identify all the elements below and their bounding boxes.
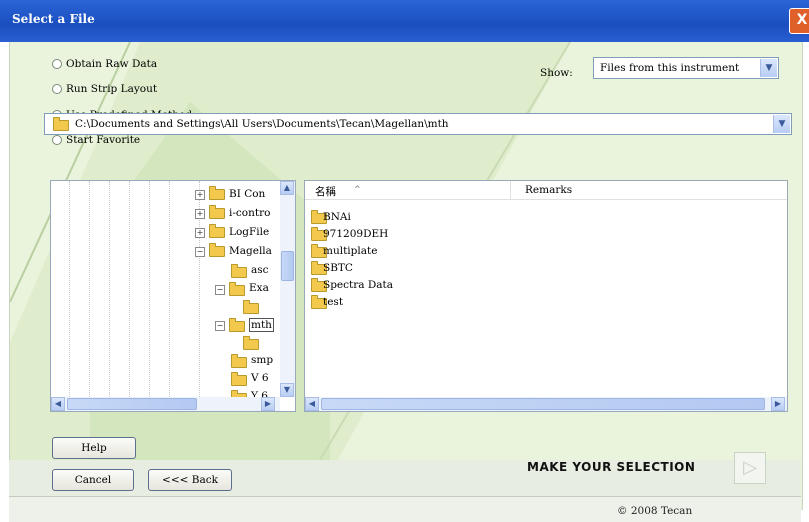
show-dropdown-value: Files from this instrument: [600, 62, 740, 74]
next-button[interactable]: ▷: [734, 452, 766, 484]
show-label: Show:: [540, 67, 573, 79]
scroll-left-icon[interactable]: ◀: [51, 397, 65, 411]
tree-node-label: smp: [251, 354, 274, 366]
scroll-thumb[interactable]: [67, 398, 197, 410]
radio-button[interactable]: [52, 135, 62, 145]
chevron-down-icon[interactable]: ▼: [773, 115, 790, 133]
title-bar: [0, 0, 809, 42]
tree-node-label: mth: [249, 318, 274, 332]
radio-button[interactable]: [52, 59, 62, 69]
close-button[interactable]: X: [789, 8, 809, 34]
back-button[interactable]: <<< Back: [148, 469, 232, 491]
expand-icon[interactable]: +: [195, 209, 205, 219]
show-dropdown[interactable]: Files from this instrument ▼: [593, 57, 779, 79]
scroll-right-icon[interactable]: ▶: [771, 397, 785, 411]
path-dropdown[interactable]: C:\Documents and Settings\All Users\Docu…: [44, 113, 792, 135]
column-header-remarks[interactable]: Remarks: [510, 181, 787, 200]
option-label: Start Favorite: [66, 134, 141, 146]
column-header-name[interactable]: 名稱 ⌃: [305, 181, 510, 200]
expand-icon[interactable]: +: [195, 228, 205, 238]
cancel-button[interactable]: Cancel: [52, 469, 134, 491]
folder-icon: [209, 205, 225, 219]
folder-icon: [209, 186, 225, 200]
path-text: C:\Documents and Settings\All Users\Docu…: [75, 118, 449, 130]
scroll-right-icon[interactable]: ▶: [261, 397, 275, 411]
option-run-strip-layout[interactable]: Run Strip Layout: [52, 82, 157, 96]
chevron-down-icon[interactable]: ▼: [760, 59, 777, 77]
option-label: Obtain Raw Data: [66, 58, 158, 70]
folder-icon: [243, 300, 259, 314]
folder-icon: [243, 336, 259, 350]
folder-tree[interactable]: + BI Con + i-contro + LogFile − Magella …: [50, 180, 296, 412]
window-title: Select a File: [12, 12, 95, 26]
scroll-left-icon[interactable]: ◀: [305, 397, 319, 411]
option-label: Run Strip Layout: [66, 83, 158, 95]
tree-node-label: V 6: [251, 372, 269, 384]
file-name: BNAi: [323, 211, 351, 223]
folder-icon: [53, 117, 69, 131]
filelist-horizontal-scrollbar[interactable]: ◀ ▶: [305, 397, 787, 411]
folder-open-icon: [229, 282, 245, 296]
expand-icon[interactable]: +: [195, 190, 205, 200]
scroll-up-icon[interactable]: ▲: [280, 181, 294, 195]
file-name: SBTC: [323, 262, 353, 274]
scroll-thumb[interactable]: [321, 398, 765, 410]
option-obtain-raw-data[interactable]: Obtain Raw Data: [52, 57, 157, 71]
folder-open-icon: [229, 318, 245, 332]
folder-icon: [231, 264, 247, 278]
file-list[interactable]: 名稱 ⌃ Remarks BNAi 971209DEH multiplate S…: [304, 180, 788, 412]
folder-icon: [231, 372, 247, 386]
column-header-label: 名稱: [315, 186, 336, 198]
tree-vertical-scrollbar[interactable]: ▲ ▼: [280, 181, 295, 397]
option-start-favorite[interactable]: Start Favorite: [52, 133, 140, 147]
scroll-down-icon[interactable]: ▼: [280, 383, 294, 397]
column-header-label: Remarks: [525, 184, 573, 196]
make-your-selection-label: MAKE YOUR SELECTION: [527, 460, 696, 474]
radio-button[interactable]: [52, 84, 62, 94]
collapse-icon[interactable]: −: [195, 247, 205, 257]
tree-node-label: i-contro: [229, 207, 271, 219]
tree-node-label: Exa: [249, 282, 269, 294]
folder-open-icon: [209, 243, 225, 257]
file-name: multiplate: [323, 245, 378, 257]
collapse-icon[interactable]: −: [215, 285, 225, 295]
folder-icon: [231, 354, 247, 368]
tree-node-label: BI Con: [229, 188, 266, 200]
sort-icon: ⌃: [353, 184, 362, 196]
tree-node-label: LogFile: [229, 226, 270, 238]
tree-node-label: Magella: [229, 245, 272, 257]
file-name: 971209DEH: [323, 228, 389, 240]
help-button[interactable]: Help: [52, 437, 136, 459]
copyright-text: © 2008 Tecan: [617, 505, 693, 517]
file-name: Spectra Data: [323, 279, 394, 291]
tree-horizontal-scrollbar[interactable]: ◀ ▶: [51, 397, 280, 411]
tree-node-label: asc: [251, 264, 269, 276]
folder-icon: [209, 224, 225, 238]
scroll-thumb[interactable]: [281, 251, 294, 281]
collapse-icon[interactable]: −: [215, 321, 225, 331]
file-name: test: [323, 296, 344, 308]
